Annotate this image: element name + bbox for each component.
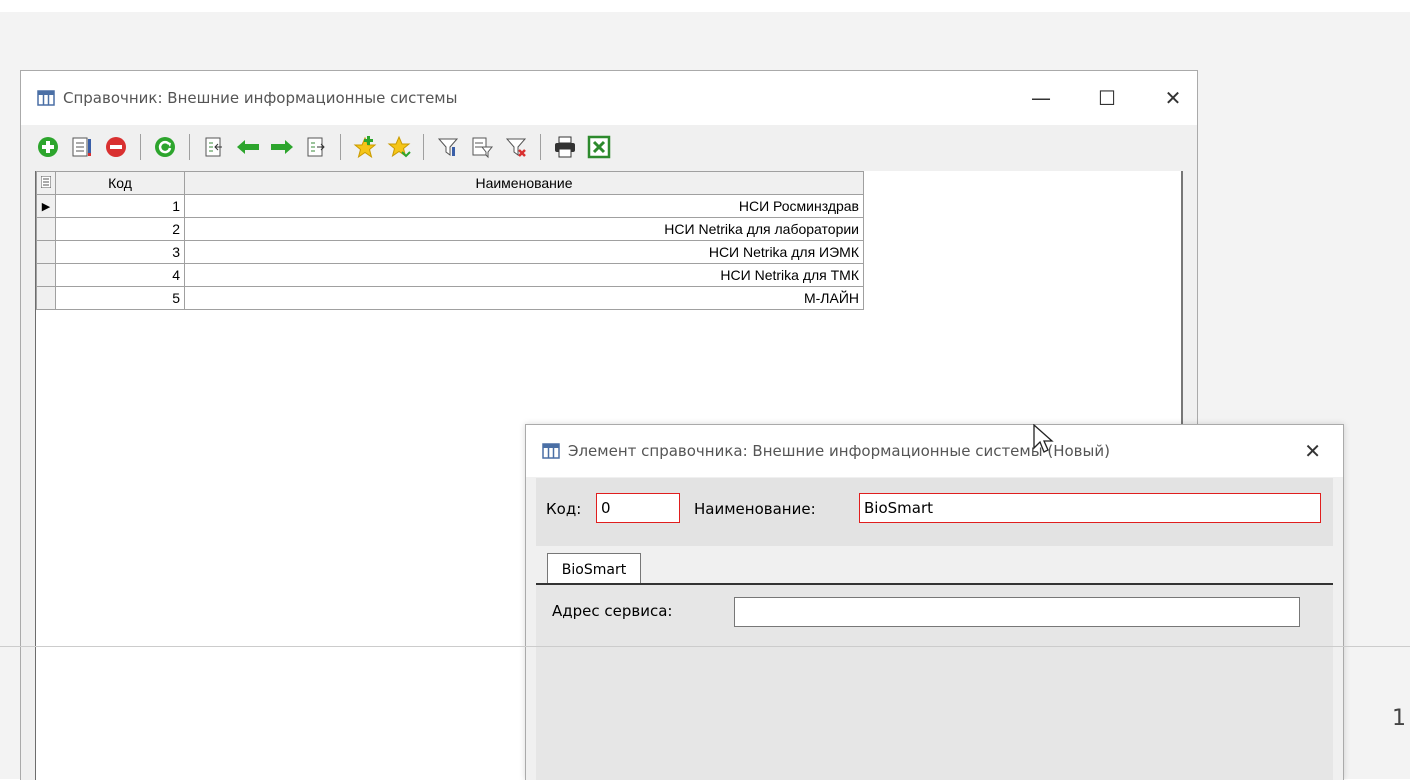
- service-address-input[interactable]: [734, 597, 1300, 627]
- table-icon: [542, 443, 560, 459]
- close-button[interactable]: ✕: [1163, 86, 1183, 110]
- add-icon[interactable]: [35, 134, 61, 160]
- current-row-indicator: ▶: [36, 194, 56, 218]
- table-row[interactable]: ▶ 1 НСИ Росминздрав: [36, 194, 864, 218]
- row-name: М-ЛАЙН: [184, 286, 864, 310]
- table-row[interactable]: 2 НСИ Netrika для лаборатории: [36, 217, 864, 241]
- row-name: НСИ Netrika для лаборатории: [184, 217, 864, 241]
- row-name: НСИ Росминздрав: [184, 194, 864, 218]
- row-name: НСИ Netrika для ТМК: [184, 263, 864, 287]
- toolbar-separator: [423, 134, 424, 160]
- mouse-cursor-icon: [1033, 424, 1054, 453]
- main-window-titlebar[interactable]: Справочник: Внешние информационные систе…: [21, 71, 1197, 125]
- move-last-icon[interactable]: [303, 134, 329, 160]
- row-name: НСИ Netrika для ИЭМК: [184, 240, 864, 264]
- table-row[interactable]: 5 М-ЛАЙН: [36, 286, 864, 310]
- header-fields: Код: Наименование:: [536, 478, 1333, 546]
- favorite-add-icon[interactable]: [352, 134, 378, 160]
- corner-number: 1: [1392, 706, 1406, 731]
- filter-edit-icon[interactable]: [469, 134, 495, 160]
- table-row[interactable]: 3 НСИ Netrika для ИЭМК: [36, 240, 864, 264]
- move-first-icon[interactable]: [201, 134, 227, 160]
- favorite-icon[interactable]: [386, 134, 412, 160]
- item-window-titlebar[interactable]: Элемент справочника: Внешние информацион…: [526, 425, 1343, 477]
- row-code: 4: [55, 263, 185, 287]
- row-indicator: [36, 286, 56, 310]
- item-window-title: Элемент справочника: Внешние информацион…: [568, 442, 1110, 460]
- toolbar-separator: [140, 134, 141, 160]
- toolbar-separator: [340, 134, 341, 160]
- tab-panel: Адрес сервиса:: [536, 585, 1333, 780]
- item-close-button[interactable]: ✕: [1304, 439, 1321, 463]
- name-input[interactable]: [859, 493, 1321, 523]
- row-code: 5: [55, 286, 185, 310]
- row-code: 1: [55, 194, 185, 218]
- row-indicator: [36, 217, 56, 241]
- row-code: 2: [55, 217, 185, 241]
- delete-icon[interactable]: [103, 134, 129, 160]
- service-address-label: Адрес сервиса:: [552, 602, 673, 620]
- minimize-button[interactable]: —: [1031, 86, 1051, 110]
- row-indicator: [36, 263, 56, 287]
- data-grid: Код Наименование ▶ 1 НСИ Росминздрав 2 Н…: [36, 171, 864, 310]
- table-row[interactable]: 4 НСИ Netrika для ТМК: [36, 263, 864, 287]
- maximize-button[interactable]: ☐: [1097, 86, 1117, 110]
- grid-header-row: Код Наименование: [36, 171, 864, 195]
- toolbar-separator: [540, 134, 541, 160]
- arrow-left-icon[interactable]: [235, 134, 261, 160]
- item-window: Элемент справочника: Внешние информацион…: [525, 424, 1344, 780]
- main-window-title: Справочник: Внешние информационные систе…: [63, 89, 458, 107]
- code-input[interactable]: [596, 493, 680, 523]
- top-strip: [0, 0, 1410, 12]
- page-divider: [0, 646, 1410, 647]
- row-indicator: [36, 240, 56, 264]
- column-header-code[interactable]: Код: [55, 171, 185, 195]
- column-chooser-icon[interactable]: [36, 171, 56, 195]
- filter-clear-icon[interactable]: [503, 134, 529, 160]
- arrow-right-icon[interactable]: [269, 134, 295, 160]
- refresh-icon[interactable]: [152, 134, 178, 160]
- toolbar-separator: [189, 134, 190, 160]
- toolbar: [35, 126, 1183, 168]
- edit-icon[interactable]: [69, 134, 95, 160]
- print-icon[interactable]: [552, 134, 578, 160]
- tab-biosmart[interactable]: BioSmart: [547, 553, 641, 585]
- table-icon: [37, 90, 55, 106]
- excel-icon[interactable]: [586, 134, 612, 160]
- row-code: 3: [55, 240, 185, 264]
- code-label: Код:: [546, 500, 582, 518]
- name-label: Наименование:: [694, 500, 816, 518]
- column-header-name[interactable]: Наименование: [184, 171, 864, 195]
- filter-icon[interactable]: [435, 134, 461, 160]
